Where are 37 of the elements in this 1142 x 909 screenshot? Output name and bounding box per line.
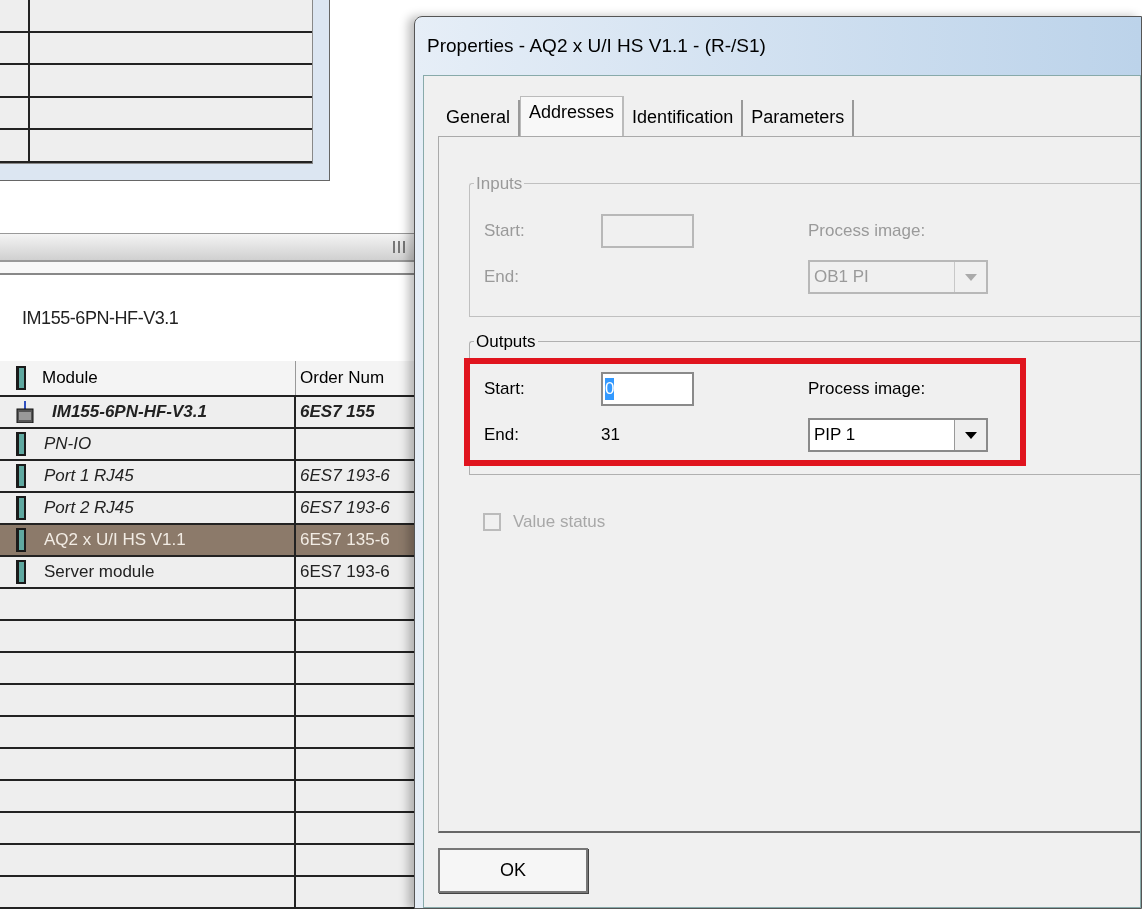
module-name: AQ2 x U/I HS V1.1 (44, 529, 186, 552)
station-title: IM155-6PN-HF-V3.1 (22, 308, 179, 329)
tab[interactable]: Identification (624, 100, 744, 136)
process-image-label: Process image: (808, 220, 927, 243)
process-image-label: Process image: (808, 378, 927, 401)
module-icon (16, 464, 26, 488)
module-name: PN-IO (44, 433, 92, 456)
order-number: 6ES7 155 (300, 401, 375, 424)
module-name: Port 1 RJ45 (44, 465, 134, 488)
module-icon (16, 432, 26, 456)
module-icon (16, 366, 26, 390)
window-title: Properties - AQ2 x U/I HS V1.1 - (R-/S1) (427, 33, 766, 58)
ok-button[interactable]: OK (438, 847, 588, 893)
process-image-dropdown[interactable]: PIP 1 (808, 418, 988, 452)
tab[interactable]: Addresses (520, 96, 625, 136)
end-value: 31 (601, 424, 621, 447)
tab[interactable]: Parameters (743, 100, 855, 136)
checkbox-label: Value status (513, 511, 606, 533)
order-number: 6ES7 193-6 (300, 497, 390, 520)
module-icon (16, 496, 26, 520)
module-icon (16, 528, 26, 552)
module-name: Server module (44, 561, 155, 584)
start-label: Start: (484, 220, 526, 243)
module-name: IM155-6PN-HF-V3.1 (52, 401, 207, 424)
station-icon (16, 401, 34, 423)
end-label: End: (484, 266, 520, 289)
order-number: 6ES7 193-6 (300, 561, 390, 584)
caret-icon (964, 431, 977, 439)
order-number: 6ES7 193-6 (300, 465, 390, 488)
start-label: Start: (484, 378, 526, 401)
module-icon (16, 560, 26, 584)
grip-icon (392, 240, 406, 253)
column-header[interactable]: Module (0, 361, 296, 395)
caret-icon (964, 273, 977, 281)
module-name: Port 2 RJ45 (44, 497, 134, 520)
order-number: 6ES7 135-6 (300, 529, 390, 552)
end-label: End: (484, 424, 520, 447)
